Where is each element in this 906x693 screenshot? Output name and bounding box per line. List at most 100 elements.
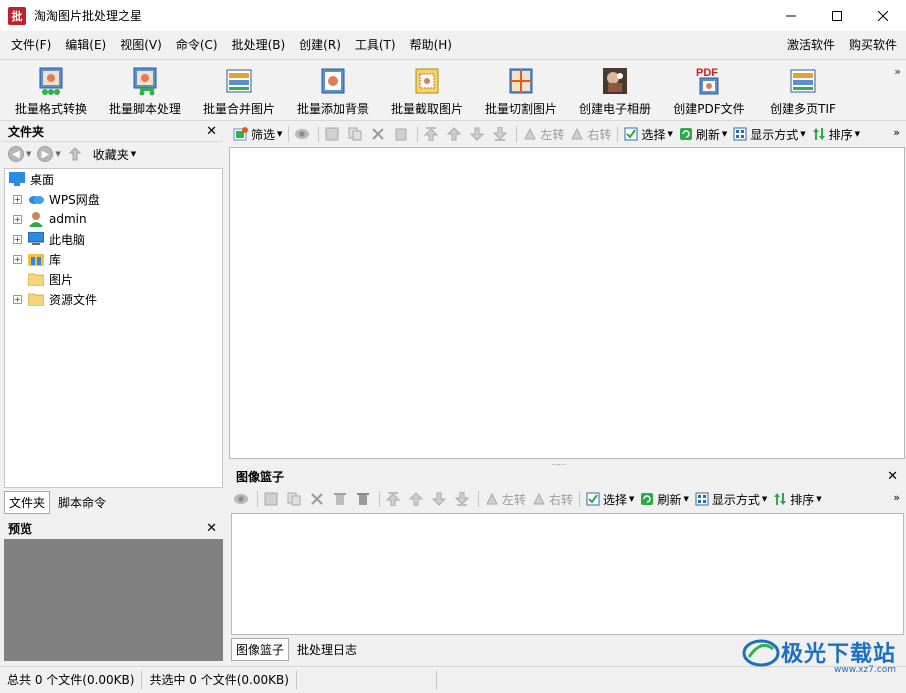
refresh-button[interactable]: 刷新 ▼ — [678, 126, 727, 143]
delete-button[interactable] — [370, 126, 388, 142]
add-background-icon — [318, 66, 348, 96]
basket-toolbar-overflow-button[interactable]: » — [893, 491, 900, 504]
basket-remove-button[interactable] — [332, 491, 350, 507]
tree-item-desktop[interactable]: 桌面 — [5, 169, 222, 189]
batch-merge-images-button[interactable]: 批量合并图片 — [192, 60, 286, 120]
basket-move-up-button[interactable] — [408, 491, 426, 507]
close-button[interactable] — [860, 0, 906, 31]
tree-item-library[interactable]: + 库 — [5, 249, 222, 269]
select-button[interactable]: 选择 ▼ — [623, 126, 673, 143]
toolbar-overflow-button[interactable]: » — [894, 65, 901, 78]
expand-icon[interactable]: + — [13, 294, 22, 304]
basket-refresh-button[interactable]: 刷新 ▼ — [639, 491, 689, 508]
menu-batch[interactable]: 批处理(B) — [225, 31, 293, 59]
basket-view-button[interactable] — [233, 491, 251, 507]
expand-icon[interactable]: + — [13, 234, 22, 244]
move-down-button[interactable] — [469, 126, 487, 142]
tree-item-label: 桌面 — [30, 172, 55, 187]
basket-clear-button[interactable] — [355, 491, 373, 507]
tab-image-basket[interactable]: 图像篮子 — [231, 637, 290, 661]
move-top-button[interactable] — [423, 126, 441, 142]
basket-rotate-left-button[interactable]: 左转 — [484, 491, 526, 508]
forward-dropdown-icon[interactable]: ▼ — [55, 150, 60, 158]
basket-move-top-button[interactable] — [385, 491, 403, 507]
basket-copy-button[interactable] — [286, 491, 304, 507]
filter-icon — [233, 126, 249, 142]
move-up-button[interactable] — [446, 126, 464, 142]
toolbar-overflow-button[interactable]: » — [893, 126, 900, 139]
tab-folders[interactable]: 文件夹 — [4, 490, 51, 514]
menu-tools[interactable]: 工具(T) — [348, 31, 403, 59]
menu-view[interactable]: 视图(V) — [113, 31, 169, 59]
paste-button[interactable] — [393, 126, 411, 142]
desktop-icon — [9, 171, 25, 187]
toolbar-label: 批量切割图片 — [484, 102, 557, 116]
trash-check-icon — [332, 491, 348, 507]
menu-file[interactable]: 文件(F) — [4, 31, 58, 59]
filter-label: 筛选 — [251, 127, 276, 142]
tree-item-resource-files[interactable]: + 资源文件 — [5, 289, 222, 309]
display-mode-button[interactable]: 显示方式 ▼ — [732, 126, 806, 143]
menu-create[interactable]: 创建(R) — [292, 31, 348, 59]
app-logo-icon: 批 — [8, 6, 26, 25]
basket-panel-close-icon[interactable]: ✕ — [887, 469, 898, 484]
basket-save-button[interactable] — [263, 491, 281, 507]
expand-icon[interactable]: + — [13, 194, 22, 204]
menu-help[interactable]: 帮助(H) — [403, 31, 459, 59]
expand-icon[interactable]: + — [13, 214, 22, 224]
tree-item-this-pc[interactable]: + 此电脑 — [5, 229, 222, 249]
menu-edit[interactable]: 编辑(E) — [58, 31, 113, 59]
up-folder-icon[interactable] — [67, 146, 83, 162]
tree-item-admin[interactable]: + admin — [5, 209, 222, 229]
tab-batch-log[interactable]: 批处理日志 — [293, 639, 361, 660]
batch-format-convert-button[interactable]: 批量格式转换 — [4, 60, 98, 120]
copy-button[interactable] — [347, 126, 365, 142]
preview-panel-close-icon[interactable]: ✕ — [206, 521, 217, 536]
rotate-right-button[interactable]: 右转 — [569, 126, 611, 143]
batch-add-background-button[interactable]: 批量添加背景 — [286, 60, 380, 120]
batch-cut-images-button[interactable]: 批量切割图片 — [474, 60, 568, 120]
basket-move-down-button[interactable] — [431, 491, 449, 507]
paste-icon — [393, 126, 409, 142]
back-arrow-icon[interactable]: ◀ — [8, 146, 24, 162]
view-button[interactable] — [294, 126, 312, 142]
create-pdf-button[interactable]: PDF 创建PDF文件 — [662, 60, 756, 120]
menu-command[interactable]: 命令(C) — [169, 31, 225, 59]
rotate-left-label: 左转 — [502, 492, 527, 507]
rotate-left-button[interactable]: 左转 — [522, 126, 564, 143]
minimize-button[interactable] — [768, 0, 814, 31]
svg-text:PDF: PDF — [696, 67, 718, 79]
tree-item-wps-cloud[interactable]: + WPS网盘 — [5, 189, 222, 209]
file-list-view[interactable] — [229, 147, 905, 459]
batch-crop-images-button[interactable]: 批量截取图片 — [380, 60, 474, 120]
basket-delete-button[interactable] — [309, 491, 327, 507]
sort-button[interactable]: 排序 ▼ — [811, 126, 860, 143]
buy-software-link[interactable]: 购买软件 — [842, 31, 904, 59]
favorites-dropdown[interactable]: 收藏夹 ▼ — [93, 146, 136, 163]
tab-script-commands[interactable]: 脚本命令 — [54, 492, 110, 513]
basket-display-mode-button[interactable]: 显示方式 ▼ — [694, 491, 767, 508]
basket-move-bottom-button[interactable] — [454, 491, 472, 507]
folder-icon — [28, 291, 44, 307]
basket-rotate-right-button[interactable]: 右转 — [531, 491, 573, 508]
grid-view-icon — [732, 126, 748, 142]
folder-panel-close-icon[interactable]: ✕ — [206, 124, 217, 139]
create-photo-album-button[interactable]: 创建电子相册 — [568, 60, 662, 120]
save-button[interactable] — [324, 126, 342, 142]
activate-software-link[interactable]: 激活软件 — [780, 31, 842, 59]
tree-item-pictures[interactable]: 图片 — [5, 269, 222, 289]
forward-arrow-icon[interactable]: ▶ — [37, 146, 54, 162]
computer-icon — [28, 231, 44, 247]
maximize-button[interactable] — [814, 0, 860, 31]
back-dropdown-icon[interactable]: ▼ — [26, 150, 31, 158]
basket-sort-button[interactable]: 排序 ▼ — [772, 491, 822, 508]
batch-script-process-button[interactable]: 批量脚本处理 — [98, 60, 192, 120]
move-bottom-button[interactable] — [492, 126, 510, 142]
chevron-down-icon: ▼ — [667, 130, 673, 138]
basket-select-button[interactable]: 选择 ▼ — [585, 491, 634, 508]
expand-icon[interactable]: + — [13, 254, 22, 264]
create-multipage-tif-button[interactable]: 创建多页TIF — [756, 60, 850, 120]
filter-button[interactable]: 筛选 ▼ — [233, 126, 282, 143]
copy-icon — [347, 126, 363, 142]
image-basket-area[interactable] — [231, 513, 904, 635]
